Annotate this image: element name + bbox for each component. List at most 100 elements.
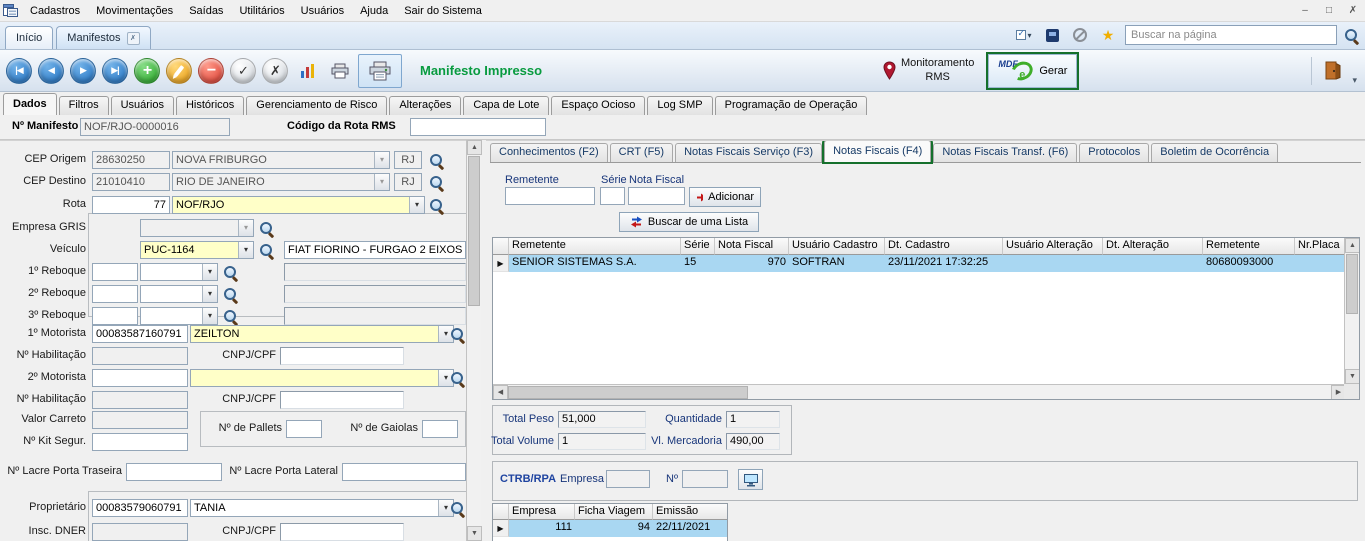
buscar-lista-button[interactable]: Buscar de uma Lista bbox=[619, 212, 759, 232]
cancel-button[interactable]: ✗ bbox=[262, 58, 288, 84]
tab-crt[interactable]: CRT (F5) bbox=[610, 143, 673, 162]
tab-notas-fiscais[interactable]: Notas Fiscais (F4) bbox=[824, 140, 931, 162]
tab-protocolos[interactable]: Protocolos bbox=[1079, 143, 1149, 162]
reboque3-combo[interactable] bbox=[140, 307, 218, 325]
menu-saidas[interactable]: Saídas bbox=[181, 2, 231, 20]
motorista1-combo[interactable]: ZEILTON bbox=[190, 325, 454, 343]
motorista2-documento-field[interactable] bbox=[92, 369, 188, 387]
reboque1-combo[interactable] bbox=[140, 263, 218, 281]
find-on-page-input[interactable] bbox=[1125, 25, 1337, 45]
nota-fiscal-input[interactable] bbox=[628, 187, 685, 205]
col-ctrb-empresa[interactable]: Empresa bbox=[509, 504, 575, 520]
scroll-up-icon[interactable] bbox=[467, 140, 482, 155]
menu-usuarios[interactable]: Usuários bbox=[293, 2, 352, 20]
print-button[interactable] bbox=[326, 56, 354, 86]
empresa-gris-search-icon[interactable] bbox=[258, 220, 275, 237]
table-row[interactable]: 111 94 22/11/2021 bbox=[493, 520, 727, 537]
rota-codigo-field[interactable]: 77 bbox=[92, 196, 170, 214]
col-serie[interactable]: Série bbox=[681, 238, 715, 255]
scroll-down-icon[interactable] bbox=[467, 526, 482, 541]
tab-capa-lote[interactable]: Capa de Lote bbox=[463, 96, 549, 115]
motorista2-combo[interactable] bbox=[190, 369, 454, 387]
grid-scroll-down-icon[interactable] bbox=[1345, 369, 1360, 384]
tab-programacao-operacao[interactable]: Programação de Operação bbox=[715, 96, 868, 115]
tab-conhecimentos[interactable]: Conhecimentos (F2) bbox=[490, 143, 608, 162]
col-emissao[interactable]: Emissão bbox=[653, 504, 727, 520]
cep-origem-search-icon[interactable] bbox=[428, 152, 445, 169]
confirm-button[interactable]: ✓ bbox=[230, 58, 256, 84]
grid-scrollbar-thumb[interactable] bbox=[1346, 254, 1358, 314]
menu-movimentacoes[interactable]: Movimentações bbox=[88, 2, 181, 20]
reboque2-combo[interactable] bbox=[140, 285, 218, 303]
col-usuario-cadastro[interactable]: Usuário Cadastro bbox=[789, 238, 885, 255]
next-record-button[interactable]: ▶ bbox=[70, 58, 96, 84]
grid-vertical-scrollbar[interactable] bbox=[1344, 238, 1359, 384]
tab-usuarios[interactable]: Usuários bbox=[111, 96, 174, 115]
delete-record-button[interactable]: − bbox=[198, 58, 224, 84]
rota-search-icon[interactable] bbox=[428, 197, 445, 214]
motorista1-documento-field[interactable]: 00083587160791 bbox=[92, 325, 188, 343]
mdfe-gerar-button[interactable]: MDF e Gerar bbox=[988, 54, 1077, 88]
tab-alteracoes[interactable]: Alterações bbox=[389, 96, 461, 115]
menu-sair[interactable]: Sair do Sistema bbox=[396, 2, 490, 20]
tab-close-icon[interactable]: ✗ bbox=[127, 32, 140, 45]
tab-filtros[interactable]: Filtros bbox=[59, 96, 109, 115]
proprietario-combo[interactable]: TANIA bbox=[190, 499, 454, 517]
monitoramento-rms-button[interactable]: MonitoramentoRMS bbox=[883, 57, 974, 85]
tab-gerenciamento-risco[interactable]: Gerenciamento de Risco bbox=[246, 96, 387, 115]
lacre-lateral-field[interactable] bbox=[342, 463, 466, 481]
adicionar-button[interactable]: Adicionar bbox=[689, 187, 761, 207]
col-dt-cadastro[interactable]: Dt. Cadastro bbox=[885, 238, 1003, 255]
tab-notas-fiscais-servico[interactable]: Notas Fiscais Serviço (F3) bbox=[675, 143, 822, 162]
col-dt-alteracao[interactable]: Dt. Alteração bbox=[1103, 238, 1203, 255]
find-search-icon[interactable] bbox=[1343, 27, 1360, 44]
panel-toggle-icon[interactable] bbox=[1041, 26, 1063, 44]
left-panel-scrollbar[interactable] bbox=[466, 140, 481, 541]
serie-input[interactable] bbox=[600, 187, 625, 205]
minimize-button[interactable]: – bbox=[1293, 0, 1317, 21]
reboque1-search-icon[interactable] bbox=[222, 264, 239, 281]
tab-historicos[interactable]: Históricos bbox=[176, 96, 244, 115]
table-row[interactable]: SENIOR SISTEMAS S.A. 15 970 SOFTRAN 23/1… bbox=[493, 255, 1359, 272]
pallets-field[interactable] bbox=[286, 420, 322, 438]
col-nota-fiscal[interactable]: Nota Fiscal bbox=[715, 238, 789, 255]
proprietario-documento-field[interactable]: 00083579060791 bbox=[92, 499, 188, 517]
veiculo-combo[interactable]: PUC-1164 bbox=[140, 241, 254, 259]
grid-scroll-left-icon[interactable] bbox=[493, 385, 508, 400]
add-record-button[interactable]: + bbox=[134, 58, 160, 84]
edit-record-button[interactable] bbox=[166, 58, 192, 84]
motorista1-search-icon[interactable] bbox=[449, 326, 466, 343]
gaiolas-field[interactable] bbox=[422, 420, 458, 438]
col-nr-placa[interactable]: Nr.Placa bbox=[1295, 238, 1346, 255]
veiculo-search-icon[interactable] bbox=[258, 242, 275, 259]
col-remetente-cnpj[interactable]: Remetente bbox=[1203, 238, 1295, 255]
col-remetente[interactable]: Remetente bbox=[509, 238, 681, 255]
grid-horizontal-scrollbar[interactable] bbox=[493, 384, 1346, 399]
reboque2-search-icon[interactable] bbox=[222, 286, 239, 303]
first-record-button[interactable]: |◀ bbox=[6, 58, 32, 84]
proprietario-search-icon[interactable] bbox=[449, 500, 466, 517]
tab-inicio[interactable]: Início bbox=[5, 26, 53, 49]
col-ficha-viagem[interactable]: Ficha Viagem bbox=[575, 504, 653, 520]
motorista2-search-icon[interactable] bbox=[449, 370, 466, 387]
last-record-button[interactable]: ▶| bbox=[102, 58, 128, 84]
cep-destino-search-icon[interactable] bbox=[428, 174, 445, 191]
chart-button[interactable] bbox=[294, 56, 322, 86]
remetente-input[interactable] bbox=[505, 187, 595, 205]
codigo-rota-rms-field[interactable] bbox=[410, 118, 546, 136]
reboque3-codigo-field[interactable] bbox=[92, 307, 138, 325]
lacre-traseira-field[interactable] bbox=[126, 463, 222, 481]
tab-boletim-ocorrencia[interactable]: Boletim de Ocorrência bbox=[1151, 143, 1278, 162]
menu-cadastros[interactable]: Cadastros bbox=[22, 2, 88, 20]
reboque1-codigo-field[interactable] bbox=[92, 263, 138, 281]
rota-combo[interactable]: NOF/RJO bbox=[172, 196, 425, 214]
menu-utilitarios[interactable]: Utilitários bbox=[231, 2, 292, 20]
select-options-dropdown-icon[interactable] bbox=[1013, 26, 1035, 44]
col-usuario-alteracao[interactable]: Usuário Alteração bbox=[1003, 238, 1103, 255]
tab-dados[interactable]: Dados bbox=[3, 93, 57, 115]
close-button[interactable]: ✗ bbox=[1341, 0, 1365, 21]
favorites-star-icon[interactable]: ★ bbox=[1097, 26, 1119, 44]
kit-segur-field[interactable] bbox=[92, 433, 188, 451]
grid-hscrollbar-thumb[interactable] bbox=[508, 386, 748, 399]
reboque2-codigo-field[interactable] bbox=[92, 285, 138, 303]
